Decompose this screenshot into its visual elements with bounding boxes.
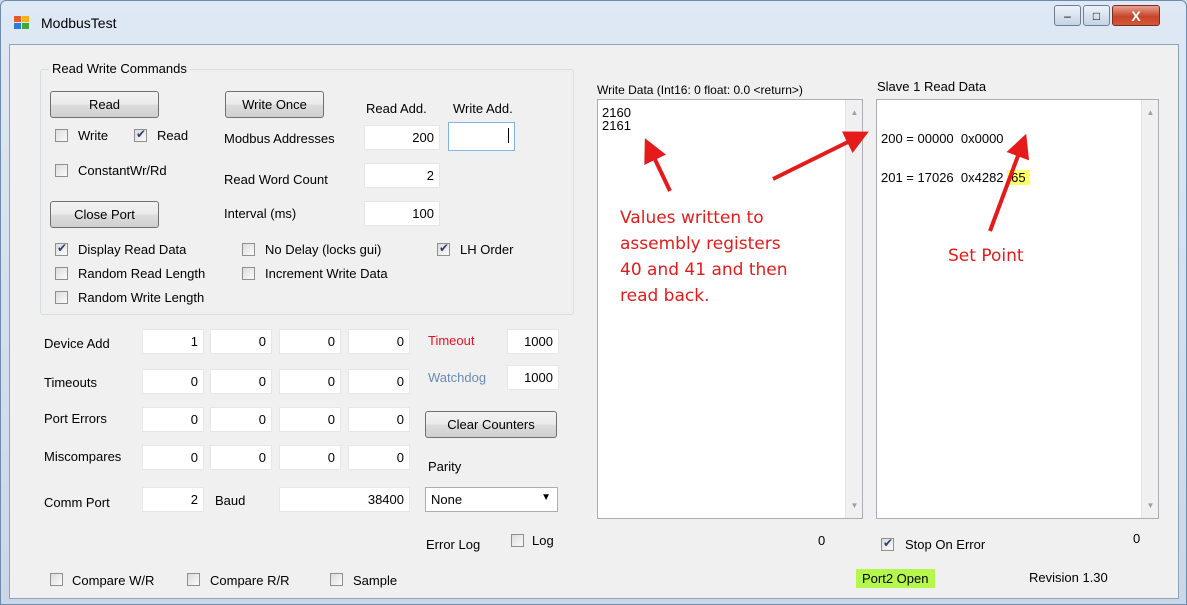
window-title: ModbusTest <box>41 15 117 31</box>
app-icon <box>14 16 30 30</box>
maximize-icon: □ <box>1092 8 1101 23</box>
close-icon: X <box>1131 7 1141 24</box>
arrow-to-read-data <box>772 131 869 181</box>
client-area: Read Write Commands Read Write Once Read… <box>9 44 1179 599</box>
arrow-to-write-data <box>644 138 672 192</box>
title-bar[interactable]: ModbusTest – □ X <box>1 1 1186 43</box>
arrow-to-set-point <box>988 133 1030 232</box>
minimize-button[interactable]: – <box>1054 5 1081 26</box>
annotation-arrows <box>644 131 1030 232</box>
close-button[interactable]: X <box>1112 5 1160 26</box>
maximize-button[interactable]: □ <box>1083 5 1110 26</box>
minimize-icon: – <box>1064 8 1071 23</box>
app-window: ModbusTest – □ X Read Write Commands Rea… <box>0 0 1187 605</box>
